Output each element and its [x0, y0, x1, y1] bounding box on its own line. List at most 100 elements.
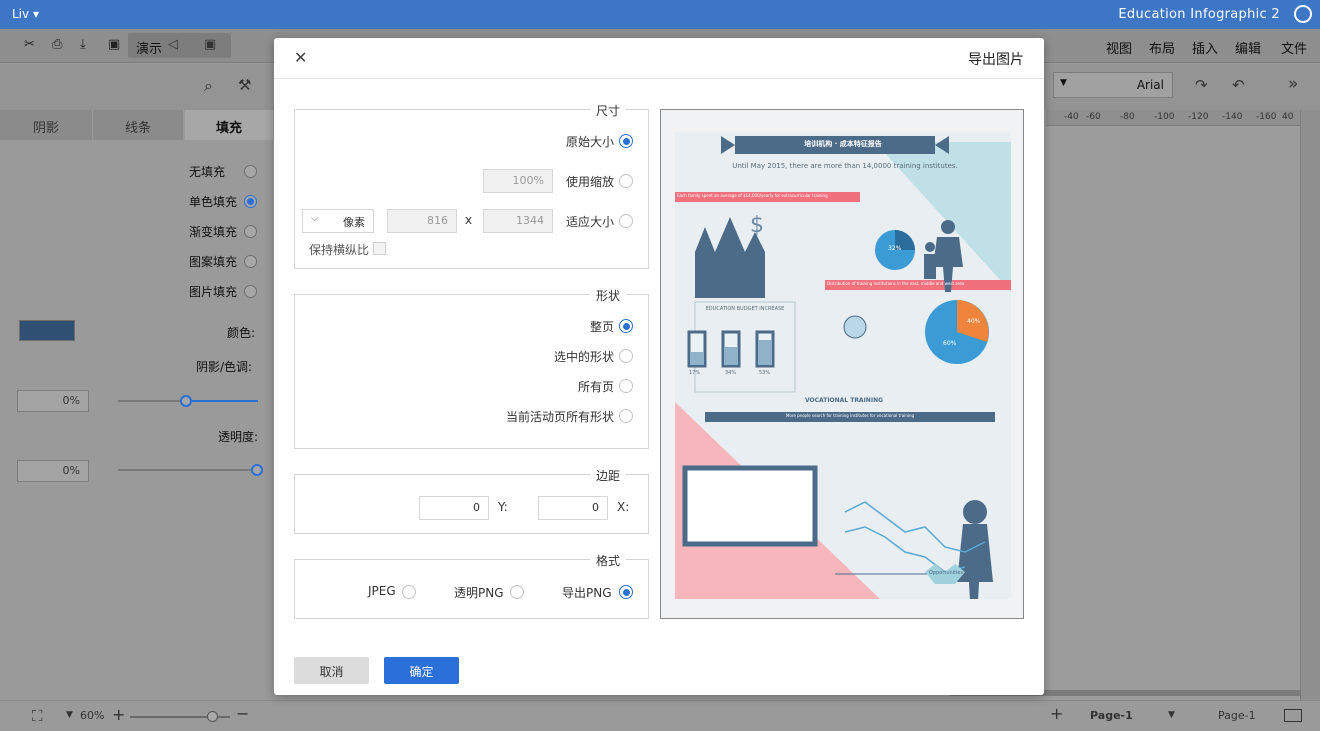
- fullscreen-icon[interactable]: ⛶: [32, 707, 43, 725]
- infographic-section-bar: More people search for training institut…: [785, 413, 915, 418]
- format-option-radio[interactable]: [619, 585, 633, 599]
- menu-view[interactable]: 视图: [1106, 38, 1132, 57]
- scale-input[interactable]: 100%: [483, 169, 553, 193]
- format-option-radio[interactable]: [402, 585, 416, 599]
- infographic-artwork: $: [675, 136, 1011, 599]
- horizontal-ruler: 40 -40 -60 -80 -100 -120 -140 -160: [1046, 110, 1300, 126]
- export-image-dialog: 导出图片 ✕ $ 培训机构 · 成本特征报告 Until May 2015, t…: [274, 38, 1044, 695]
- chevron-down-icon[interactable]: ▼: [1168, 710, 1175, 720]
- export-preview: $ 培训机构 · 成本特征报告 Until May 2015, there ar…: [660, 109, 1024, 619]
- menu-file[interactable]: 文件: [1281, 38, 1307, 57]
- fill-option-label: 单色填充: [189, 195, 238, 209]
- menu-edit[interactable]: 编辑: [1235, 38, 1261, 57]
- infographic-budget-value: 34%: [725, 370, 737, 376]
- shape-group-title: 形状: [590, 287, 627, 304]
- export-icon[interactable]: ⤓: [80, 37, 86, 52]
- svg-text:$: $: [750, 213, 764, 238]
- height-input[interactable]: 816: [387, 209, 457, 233]
- fill-option-radio[interactable]: [244, 255, 257, 268]
- shape-option-radio[interactable]: [619, 409, 633, 423]
- chevron-down-icon: ⌵: [311, 213, 319, 224]
- print-icon[interactable]: ⎙: [52, 37, 62, 52]
- fill-option-radio[interactable]: [244, 225, 257, 238]
- fill-option-radio[interactable]: [244, 165, 257, 178]
- margin-y-label: Y:: [498, 500, 508, 514]
- infographic-pie-label: 60%: [943, 340, 957, 347]
- dialog-divider: [274, 78, 1044, 79]
- user-name: Liv: [12, 7, 30, 21]
- add-page-icon[interactable]: +: [1050, 704, 1063, 723]
- user-menu[interactable]: Liv ▾: [12, 7, 39, 21]
- infographic-pie-label: 40%: [967, 318, 981, 325]
- zoom-out-icon[interactable]: −: [236, 704, 249, 723]
- infographic-red-bar: Distribution of training institutions in…: [827, 281, 965, 286]
- page-view-icon[interactable]: [1284, 709, 1302, 722]
- shape-option-radio[interactable]: [619, 349, 633, 363]
- original-size-radio[interactable]: [619, 134, 633, 148]
- infographic-tag: Opportunities: [929, 570, 964, 576]
- shape-option-radio[interactable]: [619, 319, 633, 333]
- shape-option-label: 选中的形状: [554, 350, 615, 364]
- margin-x-input[interactable]: 0: [538, 496, 608, 520]
- redo-icon[interactable]: ↷: [1195, 76, 1208, 94]
- keep-ratio-checkbox[interactable]: [373, 242, 386, 255]
- transparency-label: 透明度:: [218, 430, 259, 444]
- cut-icon[interactable]: ✂: [24, 37, 35, 52]
- zoom-level[interactable]: 60%: [80, 709, 104, 722]
- infographic-red-bar: Each family spent an average of $14,000/…: [677, 193, 828, 198]
- search-icon[interactable]: ⌕: [204, 76, 213, 96]
- tab-fill[interactable]: 填充: [185, 110, 273, 140]
- unit-select[interactable]: ⌵ 像素: [302, 209, 374, 233]
- tools-icon[interactable]: ⚒: [238, 76, 251, 94]
- ok-button[interactable]: 确定: [384, 657, 459, 684]
- shade-slider-fill: [186, 400, 258, 402]
- chevron-down-icon: ▼: [1060, 78, 1067, 88]
- ruler-tick: -140: [1222, 112, 1243, 122]
- shade-label: 阴影/色调:: [196, 360, 253, 374]
- format-option-radio[interactable]: [510, 585, 524, 599]
- shade-slider-handle[interactable]: [180, 395, 192, 407]
- font-select[interactable]: ▼ Arial: [1053, 72, 1173, 98]
- margin-group-title: 边距: [590, 467, 627, 484]
- cancel-button[interactable]: 取消: [294, 657, 369, 684]
- format-option-label: 透明PNG: [454, 586, 504, 600]
- fill-option-radio[interactable]: [244, 195, 257, 208]
- infographic-banner: 培训机构 · 成本特征报告: [804, 140, 882, 148]
- size-group-title: 尺寸: [590, 102, 627, 119]
- transparency-slider-handle[interactable]: [251, 464, 263, 476]
- transparency-input[interactable]: 0%: [17, 460, 89, 482]
- close-icon[interactable]: ✕: [294, 48, 307, 67]
- ruler-tick: 40: [1282, 112, 1294, 122]
- use-scale-label: 使用缩放: [566, 175, 615, 189]
- menu-layout[interactable]: 布局: [1149, 38, 1175, 57]
- keep-ratio-label: 保持横纵比: [309, 243, 370, 257]
- undo-icon[interactable]: ↶: [1232, 76, 1245, 94]
- fill-option-label: 无填充: [189, 165, 226, 179]
- fill-option-radio[interactable]: [244, 285, 257, 298]
- app-logo-icon: [1294, 5, 1312, 23]
- tab-shadow[interactable]: 阴影: [0, 110, 92, 140]
- infographic-budget-value: 53%: [759, 370, 771, 376]
- margin-y-input[interactable]: 0: [419, 496, 489, 520]
- color-label: 颜色:: [227, 326, 256, 340]
- transparency-slider-track[interactable]: [118, 469, 258, 471]
- present-button[interactable]: 演示 ◁ ▣: [128, 33, 231, 58]
- save-icon[interactable]: ▣: [108, 37, 120, 52]
- chevron-down-icon[interactable]: ▼: [66, 710, 73, 720]
- zoom-in-icon[interactable]: +: [112, 705, 125, 724]
- infographic-headline: Until May 2015, there are more than 14,0…: [732, 162, 958, 170]
- zoom-slider-handle[interactable]: [207, 711, 218, 722]
- original-size-label: 原始大小: [566, 135, 615, 149]
- use-scale-radio[interactable]: [619, 174, 633, 188]
- fit-size-radio[interactable]: [619, 214, 633, 228]
- shade-input[interactable]: 0%: [17, 390, 89, 412]
- tab-line[interactable]: 线条: [93, 110, 183, 140]
- unit-value: 像素: [343, 216, 365, 229]
- collapse-icon[interactable]: »: [1288, 74, 1298, 94]
- color-swatch[interactable]: [19, 320, 75, 341]
- page-tab[interactable]: Page-1: [1090, 709, 1133, 722]
- page-selector[interactable]: Page-1: [1218, 709, 1256, 722]
- width-input[interactable]: 1344: [483, 209, 553, 233]
- shape-option-radio[interactable]: [619, 379, 633, 393]
- menu-insert[interactable]: 插入: [1192, 38, 1218, 57]
